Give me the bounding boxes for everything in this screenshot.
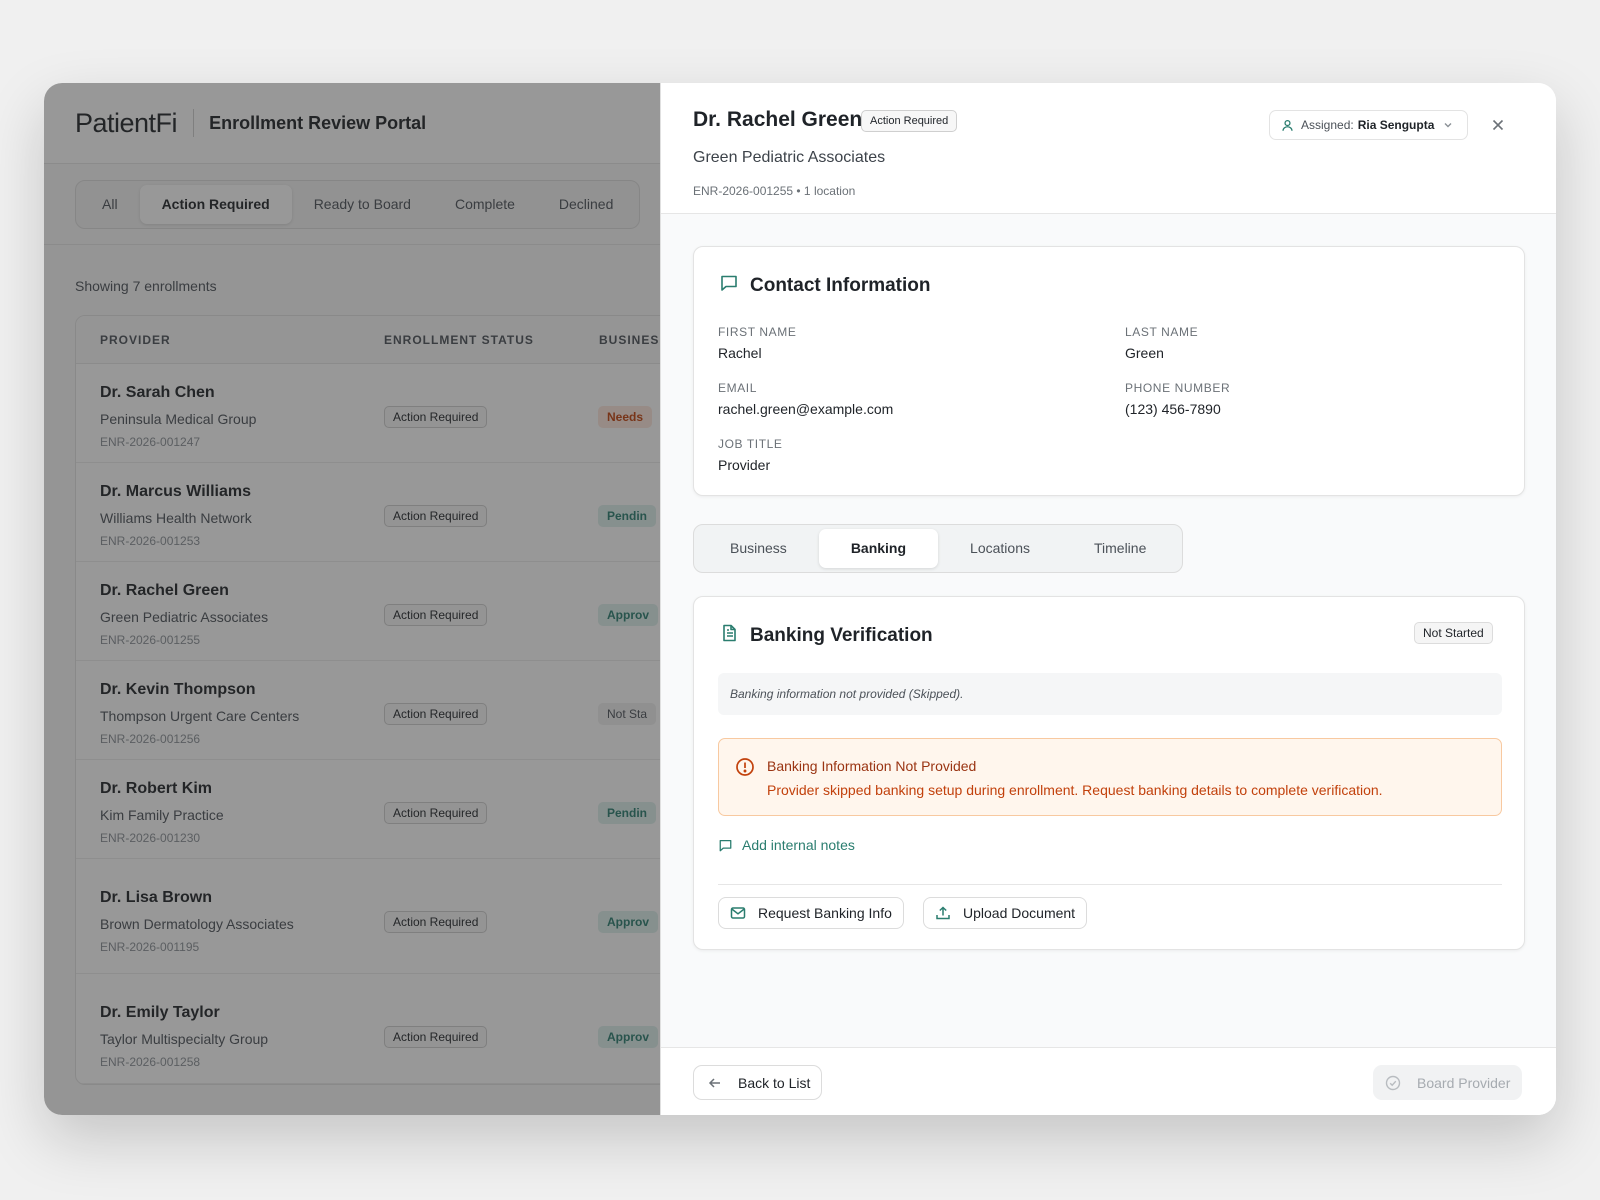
drawer-footer: Back to List Board Provider bbox=[661, 1047, 1556, 1115]
app-window: PatientFi Enrollment Review Portal All A… bbox=[44, 83, 1556, 1115]
status-badge: Action Required bbox=[861, 110, 958, 132]
assigned-name: Ria Sengupta bbox=[1357, 118, 1435, 132]
message-square-icon bbox=[719, 839, 732, 851]
contact-card-title: Contact Information bbox=[750, 275, 931, 296]
provider-name: Dr. Rachel Green bbox=[693, 108, 863, 131]
upload-icon bbox=[936, 906, 950, 920]
upload-document-label: Upload Document bbox=[963, 905, 1076, 921]
job-title-value: Provider bbox=[718, 457, 771, 473]
check-circle-icon bbox=[1385, 1075, 1401, 1090]
phone-value: (123) 456-7890 bbox=[1125, 401, 1221, 417]
email-value: rachel.green@example.com bbox=[718, 401, 894, 417]
back-to-list-label: Back to List bbox=[738, 1074, 811, 1091]
contact-information-card: Contact Information FIRST NAME Rachel LA… bbox=[693, 246, 1525, 496]
message-square-icon bbox=[721, 275, 737, 291]
detail-tabs: Business Banking Locations Timeline bbox=[693, 524, 1184, 573]
banking-alert: Banking Information Not Provided Provide… bbox=[718, 738, 1502, 816]
tab-business[interactable]: Business bbox=[698, 529, 819, 568]
upload-document-button[interactable]: Upload Document bbox=[923, 897, 1088, 929]
board-provider-label: Board Provider bbox=[1417, 1074, 1511, 1091]
alert-title: Banking Information Not Provided bbox=[767, 758, 977, 774]
banking-status-badge: Not Started bbox=[1414, 622, 1493, 644]
board-provider-button[interactable]: Board Provider bbox=[1373, 1065, 1523, 1100]
tab-locations[interactable]: Locations bbox=[938, 529, 1062, 568]
chevron-down-icon bbox=[1444, 123, 1452, 128]
job-title-label: JOB TITLE bbox=[718, 437, 783, 451]
email-label: EMAIL bbox=[718, 381, 758, 395]
banking-card-title: Banking Verification bbox=[750, 625, 933, 646]
phone-label: PHONE NUMBER bbox=[1125, 381, 1231, 395]
banking-note: Banking information not provided (Skippe… bbox=[718, 673, 1502, 715]
first-name-label: FIRST NAME bbox=[718, 325, 797, 339]
drawer-header: Dr. Rachel Green Action Required Green P… bbox=[661, 83, 1556, 214]
add-internal-notes-link[interactable]: Add internal notes bbox=[718, 837, 855, 853]
arrow-left-icon bbox=[708, 1077, 720, 1088]
request-banking-info-label: Request Banking Info bbox=[758, 905, 892, 921]
tab-timeline[interactable]: Timeline bbox=[1062, 529, 1178, 568]
request-banking-info-button[interactable]: Request Banking Info bbox=[718, 897, 904, 929]
assignee-dropdown[interactable]: Assigned: Ria Sengupta bbox=[1269, 110, 1469, 140]
last-name-label: LAST NAME bbox=[1125, 325, 1199, 339]
first-name-value: Rachel bbox=[718, 345, 762, 361]
assigned-label: Assigned: bbox=[1301, 118, 1354, 132]
add-notes-label: Add internal notes bbox=[742, 837, 855, 853]
close-icon[interactable] bbox=[1489, 116, 1507, 134]
divider bbox=[718, 884, 1502, 885]
enrollment-meta: ENR-2026-001255 • 1 location bbox=[693, 184, 856, 198]
provider-organization: Green Pediatric Associates bbox=[693, 149, 886, 166]
alert-message: Provider skipped banking setup during en… bbox=[767, 782, 1383, 798]
back-to-list-button[interactable]: Back to List bbox=[693, 1065, 823, 1100]
tab-banking[interactable]: Banking bbox=[818, 529, 939, 568]
file-text-icon bbox=[723, 624, 736, 642]
alert-circle-icon bbox=[736, 758, 754, 776]
last-name-value: Green bbox=[1125, 345, 1164, 361]
enrollment-detail-drawer: Dr. Rachel Green Action Required Green P… bbox=[660, 83, 1556, 1115]
banking-verification-card: Banking Verification Not Started Banking… bbox=[693, 596, 1525, 950]
modal-overlay[interactable] bbox=[44, 83, 660, 1115]
mail-icon bbox=[730, 907, 746, 919]
user-icon bbox=[1282, 119, 1293, 131]
